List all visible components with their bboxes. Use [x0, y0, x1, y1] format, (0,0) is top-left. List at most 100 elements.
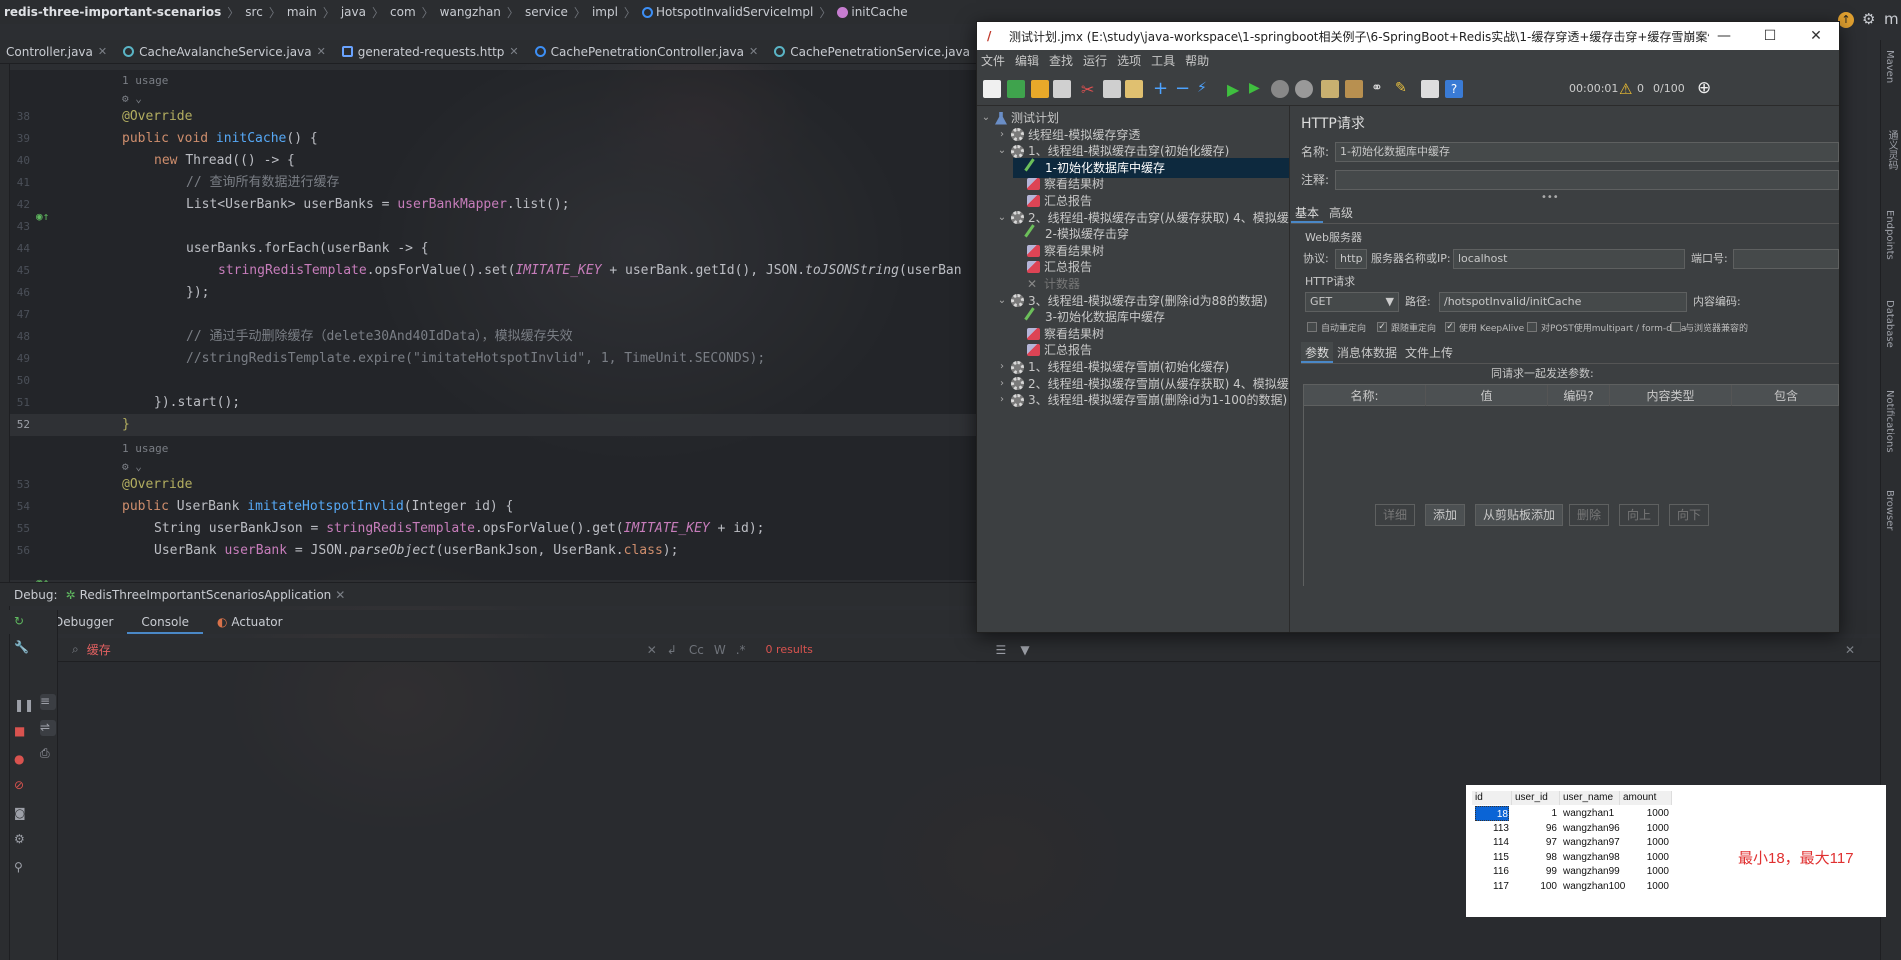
user-icon[interactable]: m	[1884, 10, 1899, 28]
menu-search[interactable]: 查找	[1049, 52, 1073, 69]
tab-cache-avalanche-service[interactable]: CacheAvalancheService.java ✕	[117, 40, 336, 64]
params-action-button[interactable]: 删除	[1569, 504, 1609, 526]
table-cell[interactable]: wangzhan100	[1563, 879, 1625, 894]
new-icon[interactable]	[983, 80, 1001, 98]
expand-toggle-icon[interactable]: ⌄	[997, 141, 1007, 161]
col-include[interactable]: 包含	[1732, 385, 1840, 407]
code-editor[interactable]: 1 usage ⚙ ⌄ 38 @Override 39 public void in…	[10, 70, 980, 589]
table-cell[interactable]: 99	[1515, 864, 1557, 879]
option-checkbox[interactable]: 与浏览器兼容的	[1671, 320, 1748, 334]
protocol-input[interactable]: http	[1335, 249, 1367, 269]
close-button[interactable]: ✕	[1793, 22, 1839, 50]
browser-tool[interactable]: Browser	[1884, 490, 1895, 531]
tab-controller[interactable]: Controller.java ✕	[0, 40, 117, 64]
table-cell[interactable]: 115	[1475, 850, 1509, 865]
table-cell[interactable]: 1000	[1623, 835, 1669, 850]
mute-breakpoints-icon[interactable]: ⊘	[14, 778, 30, 794]
server-input[interactable]: localhost	[1453, 249, 1685, 269]
breakpoints-icon[interactable]: ●	[14, 752, 30, 768]
camera-icon[interactable]: ◙	[14, 806, 30, 822]
breadcrumb-main[interactable]: main	[287, 5, 317, 19]
regex-history-icon[interactable]: ↲	[667, 643, 677, 657]
copy-icon[interactable]	[1103, 80, 1121, 98]
start-no-pauses-icon[interactable]: ▶	[1249, 80, 1267, 98]
close-icon[interactable]: ✕	[749, 45, 758, 58]
open-icon[interactable]	[1031, 80, 1049, 98]
expand-toggle-icon[interactable]: ›	[997, 390, 1007, 410]
method-select[interactable]: GET ▼	[1305, 292, 1399, 312]
table-cell[interactable]: 96	[1515, 821, 1557, 836]
table-cell[interactable]: 1000	[1623, 806, 1669, 821]
col-amount[interactable]: amount	[1620, 791, 1672, 805]
table-cell[interactable]: wangzhan1	[1563, 806, 1617, 821]
option-checkbox[interactable]: ✓ 跟随重定向	[1377, 320, 1436, 334]
comment-input[interactable]	[1335, 170, 1839, 190]
option-checkbox[interactable]: ✓ 使用 KeepAlive	[1445, 320, 1524, 334]
table-cell[interactable]: 100	[1515, 879, 1557, 894]
update-icon[interactable]: ↑	[1838, 12, 1854, 28]
table-cell[interactable]: 1000	[1623, 850, 1669, 865]
close-search-icon[interactable]: ✕	[1845, 643, 1855, 657]
breadcrumb-wangzhan[interactable]: wangzhan	[440, 5, 501, 19]
menu-tools[interactable]: 工具	[1151, 52, 1175, 69]
tab-cache-penetration-controller[interactable]: CachePenetrationController.java ✕	[529, 40, 769, 64]
tab-basic[interactable]: 基本	[1291, 202, 1324, 223]
regex-toggle[interactable]: .*	[736, 643, 746, 657]
filter-icon[interactable]: ▼	[1020, 643, 1029, 657]
name-input[interactable]: 1-初始化数据库中缓存	[1335, 142, 1839, 162]
tab-cache-penetration-service[interactable]: CachePenetrationService.java✕	[768, 40, 994, 64]
table-cell[interactable]: 1000	[1623, 821, 1669, 836]
clear-icon[interactable]	[1321, 80, 1339, 98]
table-cell[interactable]: 117	[1475, 879, 1509, 894]
table-cell[interactable]: 1000	[1623, 879, 1669, 894]
tree-node[interactable]: › 3、线程组-模拟缓存雪崩(删除id为1-100的数据)	[997, 390, 1287, 410]
clear-all-icon[interactable]	[1345, 80, 1363, 98]
table-cell[interactable]: 1	[1515, 806, 1557, 821]
collapse-icon[interactable]: −	[1175, 80, 1193, 98]
table-cell[interactable]: wangzhan97	[1563, 835, 1620, 850]
binoculars-icon[interactable]: ⚭	[1371, 80, 1389, 98]
pin-icon[interactable]: ⚲	[14, 860, 30, 876]
breadcrumb-class[interactable]: HotspotInvalidServiceImpl	[641, 5, 813, 19]
table-cell[interactable]: wangzhan98	[1563, 850, 1620, 865]
tab-generated-requests[interactable]: generated-requests.http ✕	[336, 40, 529, 64]
expand-toggle-icon[interactable]: ⌄	[981, 108, 991, 128]
table-cell[interactable]: wangzhan99	[1563, 864, 1620, 879]
col-user-name[interactable]: user_name	[1560, 791, 1620, 805]
help-icon[interactable]: ?	[1445, 80, 1463, 98]
breadcrumb-impl[interactable]: impl	[592, 5, 618, 19]
option-checkbox[interactable]: 自动重定向	[1307, 320, 1366, 334]
expand-toggle-icon[interactable]: ⌄	[997, 208, 1007, 228]
maximize-button[interactable]: ☐	[1747, 22, 1793, 50]
tongyi-tool[interactable]: 通义灵码	[1884, 130, 1899, 170]
tab-parameters[interactable]: 参数	[1301, 342, 1334, 363]
test-plan-tree[interactable]: ⌄ 测试计划 › 线程组-模拟缓存穿透 ⌄ 1、线程组-模拟缓存击穿(初始化缓存) 1-初始…	[977, 106, 1290, 632]
stop-icon[interactable]	[1271, 80, 1289, 98]
menu-run[interactable]: 运行	[1083, 52, 1107, 69]
path-input[interactable]: /hotspotInvalid/initCache	[1439, 292, 1687, 312]
col-name[interactable]: 名称:	[1304, 385, 1426, 407]
table-cell[interactable]: 116	[1475, 864, 1509, 879]
breadcrumb-project[interactable]: redis-three-important-scenarios	[4, 5, 221, 19]
settings-icon[interactable]: 🔧	[14, 640, 30, 656]
function-helper-icon[interactable]	[1421, 80, 1439, 98]
notifications-tool[interactable]: Notifications	[1884, 390, 1895, 453]
port-input[interactable]	[1733, 249, 1839, 269]
menu-options[interactable]: 选项	[1117, 52, 1141, 69]
breadcrumb-service[interactable]: service	[525, 5, 568, 19]
shutdown-icon[interactable]	[1295, 80, 1313, 98]
table-cell[interactable]: 97	[1515, 835, 1557, 850]
tab-file-upload[interactable]: 文件上传	[1401, 342, 1457, 363]
database-tool[interactable]: Database	[1884, 300, 1895, 348]
breadcrumb-src[interactable]: src	[245, 5, 263, 19]
close-icon[interactable]: ✕	[509, 45, 518, 58]
minimize-button[interactable]: —	[1701, 22, 1747, 50]
endpoints-tool[interactable]: Endpoints	[1884, 210, 1895, 260]
print-icon[interactable]: ⎙	[40, 746, 56, 762]
breadcrumb-method[interactable]: initCache	[837, 5, 908, 19]
expand-toggle-icon[interactable]: ⌄	[997, 291, 1007, 311]
templates-icon[interactable]	[1007, 80, 1025, 98]
clear-search-icon[interactable]: ✕	[647, 643, 657, 657]
close-icon[interactable]: ✕	[98, 45, 107, 58]
cut-icon[interactable]: ✂	[1081, 80, 1099, 99]
